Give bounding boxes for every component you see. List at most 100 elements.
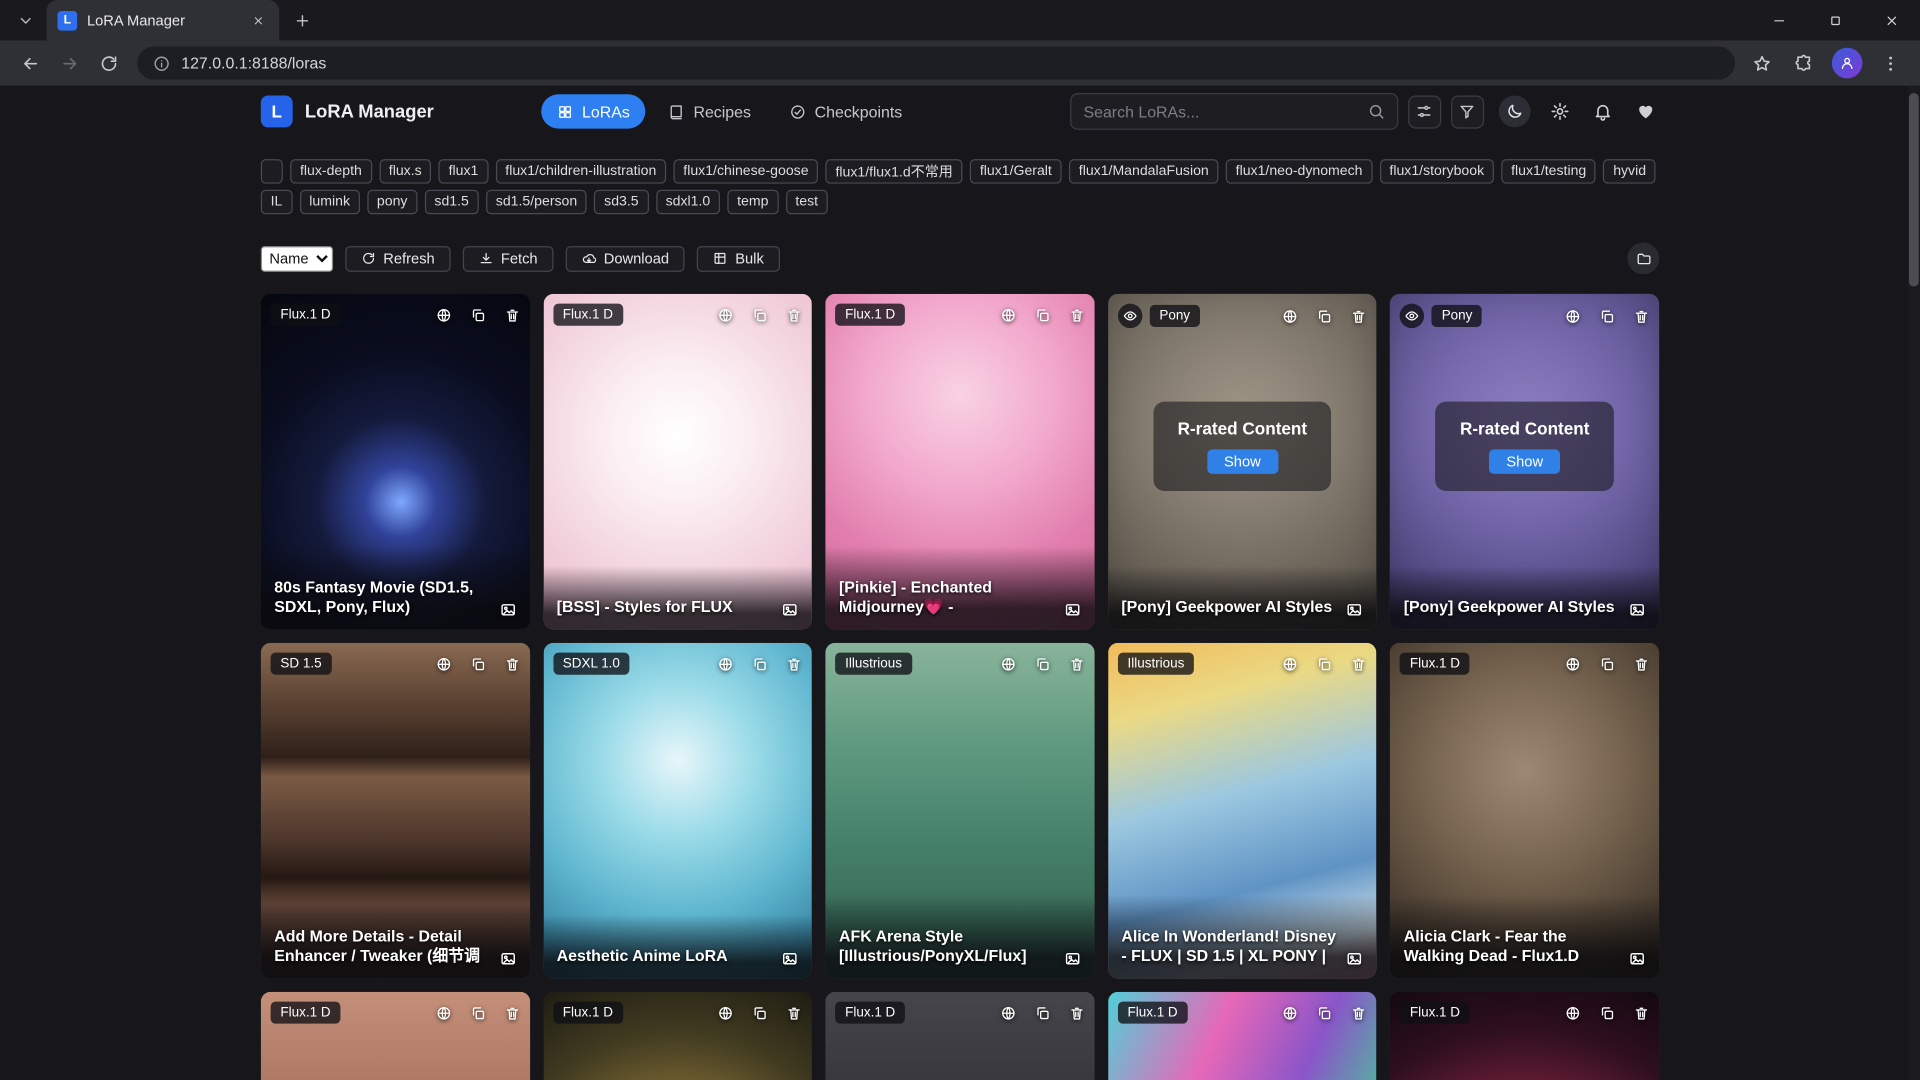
example-images-icon[interactable] xyxy=(1629,601,1646,618)
tag-chip[interactable]: pony xyxy=(367,190,417,214)
delete-icon[interactable] xyxy=(1069,307,1085,323)
lora-card[interactable]: SDXL 1.0 Aesthetic Anime LoRA xyxy=(543,643,812,979)
tag-chip[interactable]: flux1 xyxy=(439,159,488,183)
address-bar[interactable]: 127.0.0.1:8188/loras xyxy=(137,47,1735,80)
reload-button[interactable] xyxy=(91,45,128,82)
sort-select[interactable]: Name xyxy=(261,246,333,272)
copy-icon[interactable] xyxy=(1317,656,1333,672)
delete-icon[interactable] xyxy=(786,656,802,672)
website-icon[interactable] xyxy=(1565,308,1581,324)
delete-icon[interactable] xyxy=(1069,1005,1085,1021)
extensions-icon[interactable] xyxy=(1787,46,1821,80)
website-icon[interactable] xyxy=(1565,1005,1581,1021)
copy-icon[interactable] xyxy=(470,1005,486,1021)
website-icon[interactable] xyxy=(1565,656,1581,672)
lora-card[interactable]: Flux.1 D xyxy=(1390,992,1659,1080)
copy-icon[interactable] xyxy=(1599,308,1615,324)
window-minimize-button[interactable] xyxy=(1751,0,1807,40)
lora-card[interactable]: Flux.1 D xyxy=(1108,992,1377,1080)
lora-card[interactable]: Flux.1 D [BSS] - Styles for FLUX xyxy=(543,294,812,630)
delete-icon[interactable] xyxy=(504,307,520,323)
tag-chip[interactable]: flux.s xyxy=(379,159,431,183)
tag-chip[interactable]: flux1/children-illustration xyxy=(495,159,666,183)
window-maximize-button[interactable] xyxy=(1807,0,1863,40)
lora-card[interactable]: Flux.1 D 80s Fantasy Movie (SD1.5, SDXL,… xyxy=(261,294,530,630)
copy-icon[interactable] xyxy=(1317,308,1333,324)
scrollbar-thumb[interactable] xyxy=(1909,93,1919,286)
tag-chip[interactable]: flux1/testing xyxy=(1501,159,1596,183)
tag-chip[interactable]: sd1.5/person xyxy=(486,190,587,214)
tag-chip[interactable]: sd3.5 xyxy=(594,190,648,214)
tag-chip[interactable]: flux1/Geralt xyxy=(970,159,1062,183)
copy-icon[interactable] xyxy=(1034,656,1050,672)
lora-card[interactable]: Flux.1 D Alicia Clark - Fear the Walking… xyxy=(1390,643,1659,979)
forward-button[interactable] xyxy=(51,45,88,82)
lora-card[interactable]: Pony R-rated Content Show [Pony] Geekpow… xyxy=(1108,294,1377,630)
tag-chip[interactable]: flux1/neo-dynomech xyxy=(1226,159,1372,183)
tag-chip[interactable]: test xyxy=(786,190,828,214)
tag-chip[interactable]: flux1/flux1.d不常用 xyxy=(826,159,963,183)
tag-chip[interactable]: IL xyxy=(261,190,292,214)
copy-icon[interactable] xyxy=(1034,1005,1050,1021)
nav-tab-loras[interactable]: LoRAs xyxy=(542,94,646,128)
delete-icon[interactable] xyxy=(1069,656,1085,672)
site-info-icon[interactable] xyxy=(153,54,170,71)
tag-chip[interactable]: flux-depth xyxy=(290,159,371,183)
new-tab-button[interactable] xyxy=(287,5,319,37)
tab-close-icon[interactable] xyxy=(249,10,269,30)
copy-icon[interactable] xyxy=(752,1005,768,1021)
nav-tab-checkpoints[interactable]: Checkpoints xyxy=(774,94,918,128)
show-nsfw-button[interactable]: Show xyxy=(1489,449,1560,473)
delete-icon[interactable] xyxy=(786,307,802,323)
back-button[interactable] xyxy=(12,45,49,82)
website-icon[interactable] xyxy=(1283,656,1299,672)
lora-card[interactable]: Flux.1 D [Pinkie] - Enchanted Midjourney… xyxy=(826,294,1095,630)
visibility-toggle[interactable] xyxy=(1400,304,1424,328)
delete-icon[interactable] xyxy=(1633,308,1649,324)
filter-button[interactable] xyxy=(1451,95,1484,128)
lora-card[interactable]: Flux.1 D xyxy=(543,992,812,1080)
delete-icon[interactable] xyxy=(1351,1005,1367,1021)
delete-icon[interactable] xyxy=(1633,656,1649,672)
copy-icon[interactable] xyxy=(470,656,486,672)
page-scrollbar[interactable] xyxy=(1908,86,1920,1080)
lora-card[interactable]: Flux.1 D xyxy=(826,992,1095,1080)
website-icon[interactable] xyxy=(1283,308,1299,324)
visibility-toggle[interactable] xyxy=(1118,304,1142,328)
tag-chip[interactable]: hyvid xyxy=(1603,159,1655,183)
delete-icon[interactable] xyxy=(786,1005,802,1021)
window-close-button[interactable] xyxy=(1864,0,1920,40)
lora-card[interactable]: Illustrious AFK Arena Style [Illustrious… xyxy=(826,643,1095,979)
website-icon[interactable] xyxy=(718,1005,734,1021)
example-images-icon[interactable] xyxy=(499,950,516,967)
website-icon[interactable] xyxy=(435,1005,451,1021)
bulk-button[interactable]: Bulk xyxy=(697,246,779,272)
lora-card[interactable]: SD 1.5 Add More Details - Detail Enhance… xyxy=(261,643,530,979)
settings-icon[interactable] xyxy=(1547,98,1574,125)
example-images-icon[interactable] xyxy=(499,601,516,618)
example-images-icon[interactable] xyxy=(781,601,798,618)
tag-chip[interactable]: temp xyxy=(727,190,778,214)
folder-button[interactable] xyxy=(1627,242,1659,274)
lora-card[interactable]: Illustrious Alice In Wonderland! Disney … xyxy=(1108,643,1377,979)
website-icon[interactable] xyxy=(718,656,734,672)
tag-chip[interactable] xyxy=(261,159,283,183)
bookmark-star-icon[interactable] xyxy=(1745,46,1779,80)
website-icon[interactable] xyxy=(1000,656,1016,672)
delete-icon[interactable] xyxy=(1351,308,1367,324)
theme-toggle-button[interactable] xyxy=(1499,96,1531,128)
sort-options-button[interactable] xyxy=(1408,95,1441,128)
example-images-icon[interactable] xyxy=(781,950,798,967)
tag-chip[interactable]: sd1.5 xyxy=(425,190,479,214)
fetch-button[interactable]: Fetch xyxy=(463,246,554,272)
delete-icon[interactable] xyxy=(1633,1005,1649,1021)
search-box[interactable] xyxy=(1070,93,1398,130)
copy-icon[interactable] xyxy=(752,307,768,323)
tag-chip[interactable]: sdxl1.0 xyxy=(656,190,720,214)
browser-tab[interactable]: L LoRA Manager xyxy=(47,0,280,40)
tab-search-button[interactable] xyxy=(10,5,42,37)
website-icon[interactable] xyxy=(718,307,734,323)
download-button[interactable]: Download xyxy=(566,246,685,272)
lora-card[interactable]: Pony R-rated Content Show [Pony] Geekpow… xyxy=(1390,294,1659,630)
example-images-icon[interactable] xyxy=(1346,950,1363,967)
